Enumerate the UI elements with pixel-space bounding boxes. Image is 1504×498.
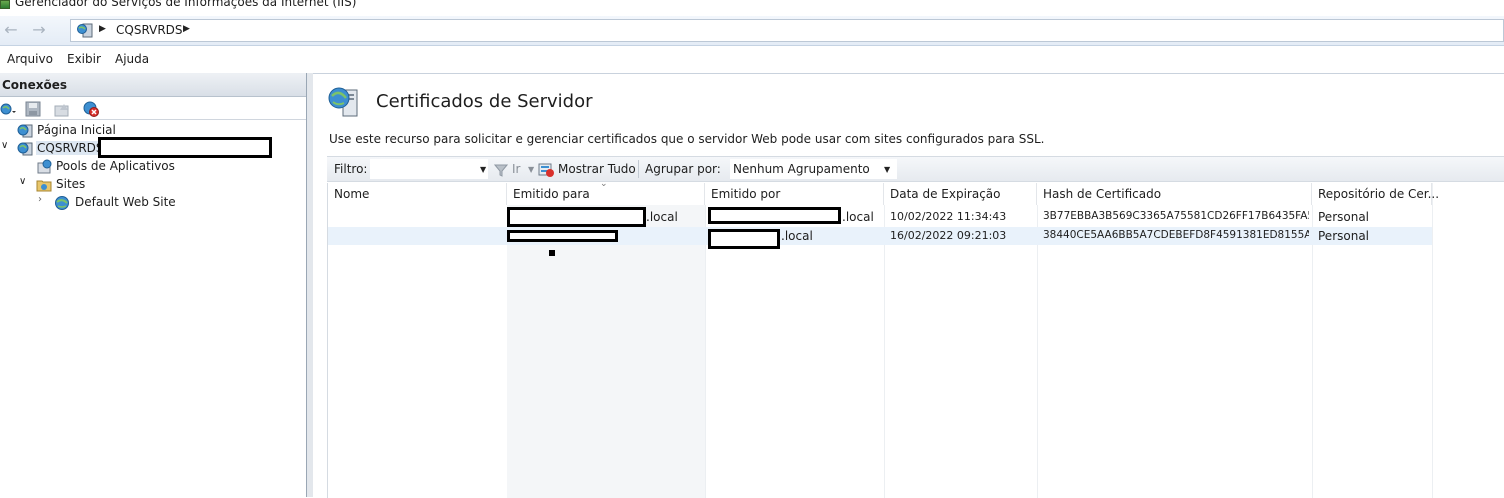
collapse-server-icon[interactable]: ∨ [1,140,8,151]
group-by-value: Nenhum Agrupamento [733,162,870,176]
column-header-label: Repositório de Cer... [1318,187,1440,201]
iis-app-icon [0,0,10,9]
cell-expiration: 10/02/2022 11:34:43 [890,210,1007,223]
column-header-store[interactable]: Repositório de Cer... [1312,183,1439,205]
breadcrumb[interactable]: ▶ CQSRVRDS ▶ [70,19,1504,42]
cell-hash: 3B77EBBA3B569C3365A75581CD26FF17B6435FA5 [1043,210,1309,222]
filter-bar: Filtro: ▼ Ir ▼ Mostrar Tudo Agrupar por:… [327,156,1504,182]
tree-label-start-page: Página Inicial [37,123,116,137]
cell-expiration: 16/02/2022 09:21:03 [890,229,1007,242]
group-by-select[interactable]: Nenhum Agrupamento ▼ [730,159,897,179]
app-pools-icon [37,159,52,174]
breadcrumb-separator-icon[interactable]: ▶ [183,24,190,34]
column-header-label: Emitido por [711,187,781,201]
sorted-column-highlight [507,205,705,498]
column-header-name[interactable]: Nome [328,183,507,205]
connections-pane: Conexões Página Inicial ∨ CQSRVRDS Pools… [0,73,307,497]
column-header-issued-to[interactable]: Emitido para ⌄ [507,179,705,205]
tree-item-default-web-site[interactable]: › Default Web Site [0,194,306,212]
up-level-icon[interactable] [54,101,70,117]
go-dropdown-icon[interactable]: ▼ [528,165,534,174]
connections-header: Conexões [0,73,306,97]
filter-dropdown-icon[interactable]: ▼ [480,165,486,174]
tree-item-sites[interactable]: ∨ Sites [0,176,306,194]
cell-store: Personal [1318,229,1370,243]
connections-title: Conexões [2,78,67,92]
collapse-sites-icon[interactable]: ∨ [19,176,26,187]
column-header-issued-by[interactable]: Emitido por [705,183,884,205]
column-header-hash[interactable]: Hash de Certificado [1037,183,1312,205]
disconnect-icon[interactable] [83,101,99,117]
column-header-label: Hash de Certificado [1043,187,1162,201]
title-bar: Gerenciador do Serviços de Informações d… [0,0,1504,16]
menu-bar: Arquivo Exibir Ajuda [0,47,1504,72]
column-header-label: Data de Expiração [890,187,1001,201]
start-page-icon [17,124,33,138]
tree-label-server: CQSRVRDS [36,141,105,155]
page-title: Certificados de Servidor [376,91,593,112]
redaction-box [507,230,618,242]
redaction-mark [549,250,555,256]
back-button[interactable]: ← [0,21,22,41]
cell-store: Personal [1318,210,1370,224]
column-header-label: Nome [334,187,370,201]
group-by-label: Agrupar por: [645,162,721,176]
menu-exibir[interactable]: Exibir [67,52,101,66]
breadcrumb-server[interactable]: CQSRVRDS [116,23,183,37]
save-icon[interactable] [25,101,41,117]
server-icon [17,142,33,156]
menu-arquivo[interactable]: Arquivo [7,52,53,66]
server-icon [77,23,93,38]
tree-label-sites: Sites [56,177,86,191]
redaction-box [708,229,780,249]
tree-item-app-pools[interactable]: Pools de Aplicativos [0,158,306,176]
toolbar-separator [638,160,639,178]
cell-issued-by: .local [781,229,813,243]
redaction-box [708,207,841,224]
column-header-expiration[interactable]: Data de Expiração [884,183,1037,205]
filter-input[interactable] [370,159,488,179]
show-all-icon [538,163,554,177]
expand-site-icon[interactable]: › [38,194,42,205]
sort-descending-icon: ⌄ [600,179,608,189]
redaction-box [98,137,272,158]
group-by-dropdown-icon[interactable]: ▼ [884,165,890,174]
funnel-icon [494,164,508,177]
certificates-table: Nome Emitido para ⌄ Emitido por Data de … [327,179,1504,498]
connections-toolbar [0,98,306,120]
table-row[interactable]: .local 16/02/2022 09:21:03 38440CE5AA6BB… [328,227,1432,245]
server-certificates-icon [328,87,358,117]
tree-label-app-pools: Pools de Aplicativos [56,159,175,173]
menu-ajuda[interactable]: Ajuda [115,52,149,66]
filter-label: Filtro: [334,162,368,176]
cell-issued-by: .local [842,210,874,224]
address-bar: ← → ▶ CQSRVRDS ▶ [0,16,1504,46]
breadcrumb-separator-icon: ▶ [99,24,106,34]
forward-button[interactable]: → [28,21,50,41]
main-pane: Certificados de Servidor Use este recurs… [313,73,1504,498]
cell-issued-to: .local [646,210,678,224]
column-header-label: Emitido para [513,187,590,201]
connect-icon[interactable] [0,101,16,117]
tree-label-default-web-site: Default Web Site [75,195,176,209]
window-title: Gerenciador do Serviços de Informações d… [15,0,357,9]
go-button[interactable]: Ir [512,162,520,176]
page-description: Use este recurso para solicitar e gerenc… [329,132,1045,146]
sites-folder-icon [36,180,52,192]
show-all-button[interactable]: Mostrar Tudo [558,162,636,176]
column-divider [1432,183,1433,498]
table-row[interactable]: .local .local 10/02/2022 11:34:43 3B77EB… [328,208,1432,226]
cell-hash: 38440CE5AA6BB5A7CDEBEFD8F4591381ED8155AF [1043,229,1309,241]
website-globe-icon [55,196,69,210]
redaction-box [507,207,646,227]
